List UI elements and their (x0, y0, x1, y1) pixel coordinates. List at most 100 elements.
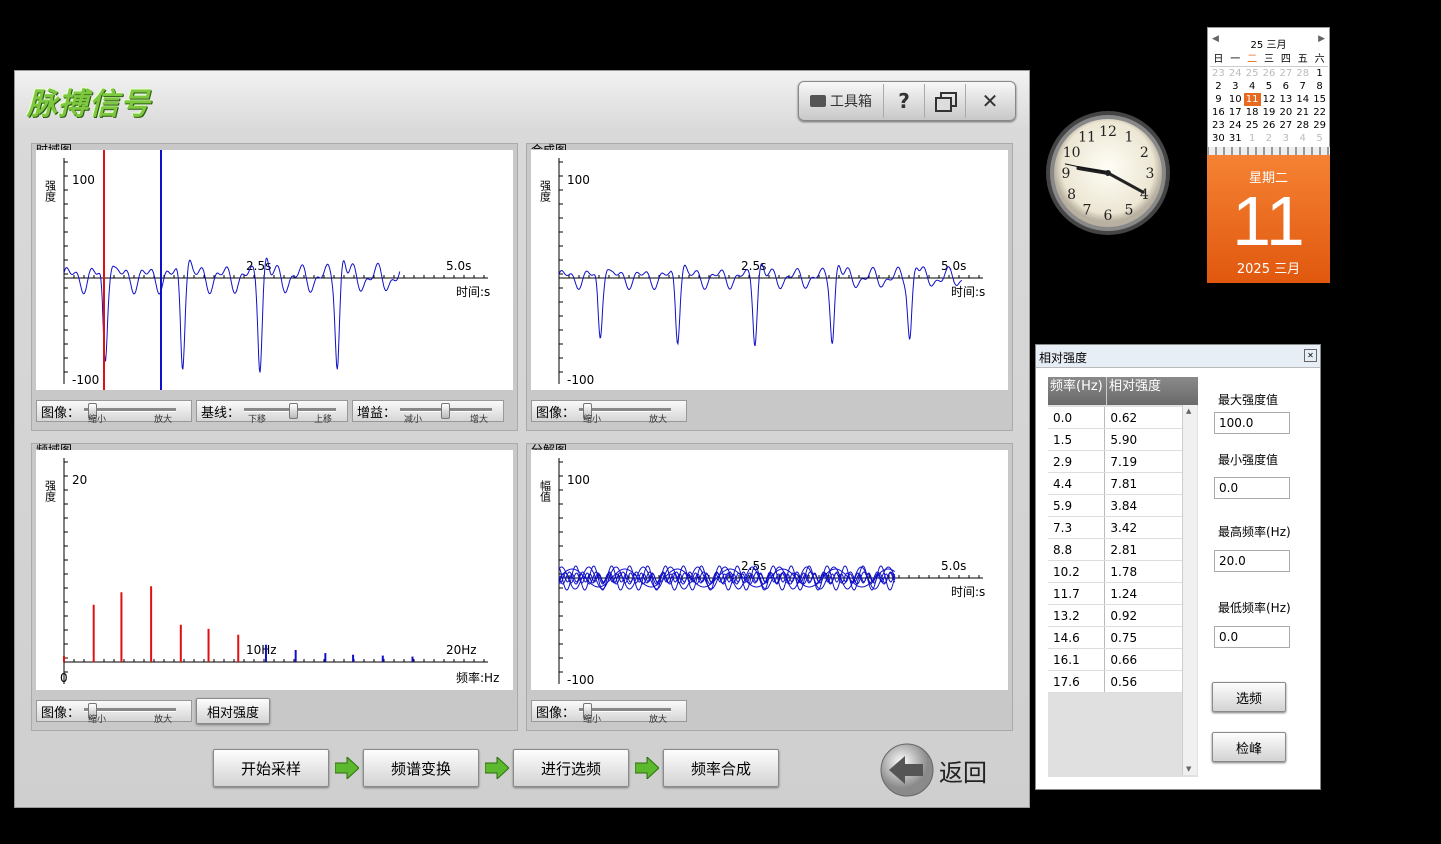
weekday-header: 三 (1260, 53, 1278, 67)
calendar-day[interactable]: 5 (1311, 132, 1328, 145)
calendar-day[interactable]: 4 (1244, 80, 1261, 93)
time-gain-slider[interactable]: 减小 增大 (398, 402, 494, 425)
synth-image-slider[interactable]: 缩小 放大 (577, 402, 673, 425)
clock-numeral: 8 (1067, 187, 1076, 203)
calendar-day[interactable]: 25 (1244, 119, 1261, 132)
relative-cell: 7.19 (1104, 450, 1182, 473)
table-row[interactable]: 10.2 1.78 (1048, 560, 1182, 583)
min-frequency-field[interactable]: 0.0 (1214, 626, 1290, 648)
calendar-day[interactable]: 3 (1227, 80, 1244, 93)
y-min-label: -100 (72, 373, 99, 387)
calendar-day[interactable]: 30 (1210, 132, 1227, 145)
table-row[interactable]: 16.1 0.66 (1048, 648, 1182, 671)
calendar-day[interactable]: 24 (1227, 119, 1244, 132)
calendar-day[interactable]: 15 (1311, 93, 1328, 106)
decomp-image-slider[interactable]: 缩小 放大 (577, 702, 673, 725)
column-header-frequency[interactable]: 频率(Hz) (1048, 377, 1107, 405)
table-row[interactable]: 17.6 0.56 (1048, 670, 1182, 693)
table-row[interactable]: 7.3 3.42 (1048, 516, 1182, 539)
calendar-day[interactable]: 27 (1277, 119, 1294, 132)
help-button[interactable]: ? (884, 84, 925, 118)
clock-numeral: 1 (1125, 130, 1134, 146)
calendar-day[interactable]: 4 (1294, 132, 1311, 145)
x-end-label: 5.0s (941, 259, 966, 273)
calendar-day[interactable]: 17 (1227, 106, 1244, 119)
decomposition-panel: 分解图 幅值100-1002.5s5.0s时间:s 图像： 缩小放大 (526, 443, 1013, 731)
calendar-day[interactable]: 3 (1277, 132, 1294, 145)
column-header-relative[interactable]: 相对强度 (1107, 377, 1185, 405)
calendar-day[interactable]: 26 (1261, 67, 1278, 80)
calendar-day[interactable]: 22 (1311, 106, 1328, 119)
min-strength-field[interactable]: 0.0 (1214, 477, 1290, 499)
restore-button[interactable] (925, 84, 966, 118)
calendar-day[interactable]: 6 (1277, 80, 1294, 93)
frequency-plot: 强度 20 0 10Hz 20Hz 频率:Hz (36, 450, 513, 690)
table-row[interactable]: 5.9 3.84 (1048, 494, 1182, 517)
toolbox-button[interactable]: 工具箱 (799, 84, 884, 118)
spectrum-transform-button[interactable]: 频谱变换 (363, 749, 479, 787)
calendar-day[interactable]: 12 (1261, 93, 1278, 106)
table-row[interactable]: 14.6 0.75 (1048, 626, 1182, 649)
weekday-header: 二 (1243, 53, 1261, 67)
detect-peak-button[interactable]: 检峰 (1212, 732, 1286, 762)
calendar-day[interactable]: 10 (1227, 93, 1244, 106)
calendar-day[interactable]: 1 (1244, 132, 1261, 145)
time-domain-panel: 时域图 强度100-1002.5s5.0s时间:s 图像： 缩小放大 基线： 下… (31, 143, 518, 431)
calendar-day[interactable]: 19 (1261, 106, 1278, 119)
table-row[interactable]: 13.2 0.92 (1048, 604, 1182, 627)
select-frequency-button[interactable]: 选频 (1212, 682, 1286, 712)
max-frequency-field[interactable]: 20.0 (1214, 550, 1290, 572)
back-button[interactable]: 返回 (879, 741, 999, 799)
calendar-day[interactable]: 5 (1261, 80, 1278, 93)
calendar-day[interactable]: 24 (1227, 67, 1244, 80)
calendar-day[interactable]: 18 (1244, 106, 1261, 119)
close-icon[interactable]: ✕ (1304, 349, 1317, 362)
calendar-day[interactable]: 23 (1210, 119, 1227, 132)
next-month-icon[interactable]: ▶ (1318, 34, 1325, 44)
calendar-day[interactable]: 2 (1210, 80, 1227, 93)
table-row[interactable]: 8.8 2.81 (1048, 538, 1182, 561)
time-baseline-slider[interactable]: 下移 上移 (242, 402, 338, 425)
table-row[interactable]: 4.4 7.81 (1048, 472, 1182, 495)
max-strength-field[interactable]: 100.0 (1214, 412, 1290, 434)
table-row[interactable]: 11.7 1.24 (1048, 582, 1182, 605)
clock-widget: 12 12 3 45678 9 1011 (1046, 111, 1170, 235)
table-row[interactable]: 2.9 7.19 (1048, 450, 1182, 473)
calendar-day[interactable]: 27 (1277, 67, 1294, 80)
calendar-day[interactable]: 14 (1294, 93, 1311, 106)
toolbox-icon (810, 95, 826, 107)
calendar-day[interactable]: 20 (1277, 106, 1294, 119)
time-image-slider[interactable]: 缩小 放大 (82, 402, 178, 425)
calendar-day[interactable]: 13 (1277, 93, 1294, 106)
start-sampling-button[interactable]: 开始采样 (213, 749, 329, 787)
calendar-day[interactable]: 28 (1294, 67, 1311, 80)
frequency-cell: 10.2 (1048, 560, 1106, 583)
table-row[interactable]: 0.0 0.62 (1048, 407, 1182, 429)
table-scrollbar[interactable]: ▲ ▼ (1182, 405, 1197, 775)
decomposition-plot: 幅值 100 -100 2.5s 5.0s 时间:s (531, 450, 1008, 690)
calendar-day[interactable]: 28 (1294, 119, 1311, 132)
table-row[interactable]: 1.5 5.90 (1048, 428, 1182, 451)
frequency-select-button[interactable]: 进行选频 (513, 749, 629, 787)
calendar-day[interactable]: 1 (1311, 67, 1328, 80)
app-title: 脉搏信号 (27, 87, 151, 122)
calendar-day[interactable]: 21 (1294, 106, 1311, 119)
frequency-cell: 1.5 (1048, 428, 1106, 451)
calendar-day[interactable]: 11 (1243, 93, 1261, 106)
calendar-day[interactable]: 16 (1210, 106, 1227, 119)
freq-image-slider[interactable]: 缩小 放大 (82, 702, 178, 725)
calendar-day[interactable]: 31 (1227, 132, 1244, 145)
calendar-day[interactable]: 7 (1294, 80, 1311, 93)
calendar-day[interactable]: 2 (1261, 132, 1278, 145)
calendar-day[interactable]: 29 (1311, 119, 1328, 132)
calendar-day[interactable]: 26 (1261, 119, 1278, 132)
x-mid-label: 2.5s (741, 559, 766, 573)
calendar-day[interactable]: 8 (1311, 80, 1328, 93)
calendar-day[interactable]: 9 (1210, 93, 1227, 106)
frequency-compose-button[interactable]: 频率合成 (663, 749, 779, 787)
y-max-label: 100 (567, 473, 590, 487)
close-button[interactable]: ✕ (966, 84, 1014, 118)
calendar-day[interactable]: 25 (1244, 67, 1261, 80)
calendar-day[interactable]: 23 (1210, 67, 1227, 80)
relative-strength-button[interactable]: 相对强度 (196, 698, 270, 724)
